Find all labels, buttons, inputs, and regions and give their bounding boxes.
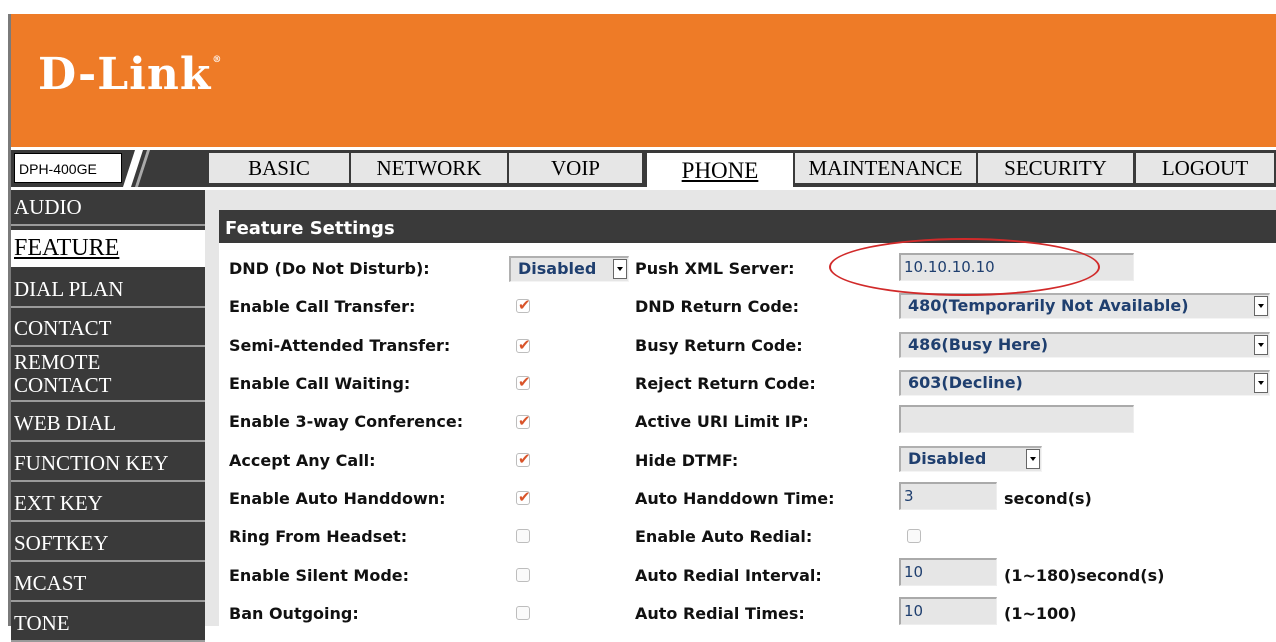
checkmark-icon: ✔ bbox=[518, 488, 531, 506]
call-waiting-checkbox[interactable]: ✔ bbox=[516, 373, 531, 391]
auto-redial-checkbox[interactable] bbox=[907, 529, 921, 543]
auto-redial-interval-label: Auto Redial Interval: bbox=[635, 566, 822, 585]
panel-title: Feature Settings bbox=[225, 218, 395, 239]
ring-from-headset-checkbox[interactable] bbox=[516, 529, 530, 543]
three-way-conference-checkbox[interactable]: ✔ bbox=[516, 412, 531, 430]
sidebar-item-mcast[interactable]: MCAST bbox=[11, 565, 205, 602]
call-transfer-checkbox[interactable]: ✔ bbox=[516, 296, 531, 314]
tab-voip[interactable]: VOIP bbox=[509, 153, 642, 183]
auto-handdown-time-input[interactable]: 3 bbox=[899, 482, 997, 510]
call-waiting-label: Enable Call Waiting: bbox=[229, 374, 411, 393]
header-banner: D-Link® bbox=[11, 14, 1276, 147]
hide-dtmf-label: Hide DTMF: bbox=[635, 451, 739, 470]
dropdown-arrow-icon bbox=[613, 259, 627, 279]
silent-mode-checkbox[interactable] bbox=[516, 568, 530, 582]
tab-basic[interactable]: BASIC bbox=[209, 153, 349, 183]
sidebar-item-web-dial[interactable]: WEB DIAL bbox=[11, 405, 205, 442]
auto-redial-times-unit: (1~100) bbox=[1004, 604, 1077, 623]
auto-redial-times-input[interactable]: 10 bbox=[899, 597, 997, 625]
auto-redial-label: Enable Auto Redial: bbox=[635, 527, 813, 546]
tab-phone[interactable]: PHONE bbox=[647, 153, 793, 187]
reject-return-code-value: 603(Decline) bbox=[908, 373, 1023, 392]
sidebar-item-dial-plan[interactable]: DIAL PLAN bbox=[11, 271, 205, 308]
auto-handdown-time-label: Auto Handdown Time: bbox=[635, 489, 835, 508]
call-transfer-label: Enable Call Transfer: bbox=[229, 297, 416, 316]
tab-security[interactable]: SECURITY bbox=[978, 153, 1133, 183]
dnd-select-value: Disabled bbox=[518, 259, 597, 278]
sidebar-item-tone[interactable]: TONE bbox=[11, 605, 205, 642]
sidebar-item-contact[interactable]: CONTACT bbox=[11, 310, 205, 347]
dropdown-arrow-icon bbox=[1254, 373, 1268, 393]
dropdown-arrow-icon bbox=[1254, 296, 1268, 316]
dnd-label: DND (Do Not Disturb): bbox=[229, 259, 430, 278]
dnd-return-code-value: 480(Temporarily Not Available) bbox=[908, 296, 1189, 315]
sidebar-item-feature[interactable]: FEATURE bbox=[11, 230, 205, 267]
auto-redial-times-label: Auto Redial Times: bbox=[635, 604, 805, 623]
checkmark-icon: ✔ bbox=[518, 336, 531, 354]
semi-attended-transfer-checkbox[interactable]: ✔ bbox=[516, 336, 531, 354]
dlink-logo: D-Link® bbox=[38, 49, 221, 100]
auto-handdown-label: Enable Auto Handdown: bbox=[229, 489, 446, 508]
dnd-select[interactable]: Disabled bbox=[509, 256, 629, 282]
checkmark-icon: ✔ bbox=[518, 373, 531, 391]
panel-title-bar: Feature Settings bbox=[219, 210, 1276, 243]
dropdown-arrow-icon bbox=[1026, 449, 1040, 469]
accept-any-call-checkbox[interactable]: ✔ bbox=[516, 450, 531, 468]
dnd-return-code-select[interactable]: 480(Temporarily Not Available) bbox=[899, 293, 1270, 319]
silent-mode-label: Enable Silent Mode: bbox=[229, 566, 410, 585]
tab-logout[interactable]: LOGOUT bbox=[1136, 153, 1274, 183]
model-area: DPH-400GE bbox=[11, 150, 206, 187]
registered-mark: ® bbox=[212, 55, 223, 65]
tab-maintenance[interactable]: MAINTENANCE bbox=[795, 153, 976, 183]
sidebar-item-remote-contact-line1: REMOTE bbox=[14, 350, 101, 374]
hide-dtmf-value: Disabled bbox=[908, 449, 987, 468]
active-uri-limit-ip-label: Active URI Limit IP: bbox=[635, 412, 809, 431]
checkmark-icon: ✔ bbox=[518, 450, 531, 468]
auto-redial-interval-input[interactable]: 10 bbox=[899, 558, 997, 586]
top-nav: BASIC NETWORK VOIP PHONE MAINTENANCE SEC… bbox=[206, 150, 1276, 187]
sidebar-item-softkey[interactable]: SOFTKEY bbox=[11, 525, 205, 562]
auto-handdown-time-unit: second(s) bbox=[1004, 489, 1092, 508]
ring-from-headset-label: Ring From Headset: bbox=[229, 527, 408, 546]
sidebar-item-function-key[interactable]: FUNCTION KEY bbox=[11, 445, 205, 482]
semi-attended-transfer-label: Semi-Attended Transfer: bbox=[229, 336, 451, 355]
model-label: DPH-400GE bbox=[14, 153, 122, 183]
auto-redial-interval-unit: (1~180)second(s) bbox=[1004, 566, 1165, 585]
auto-handdown-checkbox[interactable]: ✔ bbox=[516, 488, 531, 506]
checkmark-icon: ✔ bbox=[518, 412, 531, 430]
busy-return-code-value: 486(Busy Here) bbox=[908, 335, 1049, 354]
checkmark-icon: ✔ bbox=[518, 296, 531, 314]
logo-text: D-Link bbox=[38, 49, 212, 100]
tab-network[interactable]: NETWORK bbox=[351, 153, 507, 183]
dropdown-arrow-icon bbox=[1254, 335, 1268, 355]
reject-return-code-label: Reject Return Code: bbox=[635, 374, 816, 393]
three-way-conference-label: Enable 3-way Conference: bbox=[229, 412, 464, 431]
sidebar-item-audio[interactable]: AUDIO bbox=[11, 192, 205, 226]
dnd-return-code-label: DND Return Code: bbox=[635, 297, 800, 316]
hide-dtmf-select[interactable]: Disabled bbox=[899, 446, 1042, 472]
busy-return-code-label: Busy Return Code: bbox=[635, 336, 803, 355]
sidebar-item-ext-key[interactable]: EXT KEY bbox=[11, 485, 205, 522]
accept-any-call-label: Accept Any Call: bbox=[229, 451, 376, 470]
ban-outgoing-label: Ban Outgoing: bbox=[229, 604, 359, 623]
busy-return-code-select[interactable]: 486(Busy Here) bbox=[899, 332, 1270, 358]
sidebar-item-remote-contact-line2: CONTACT bbox=[14, 373, 112, 397]
page: D-Link® DPH-400GE BASIC NETWORK VOIP PHO… bbox=[0, 0, 1276, 642]
sidebar: AUDIO FEATURE DIAL PLAN CONTACT REMOTE C… bbox=[11, 190, 205, 642]
ban-outgoing-checkbox[interactable] bbox=[516, 606, 530, 620]
push-xml-server-label: Push XML Server: bbox=[635, 259, 795, 278]
active-uri-limit-ip-input[interactable] bbox=[899, 405, 1134, 433]
sidebar-item-remote-contact[interactable]: REMOTE CONTACT bbox=[11, 350, 205, 402]
reject-return-code-select[interactable]: 603(Decline) bbox=[899, 370, 1270, 396]
push-xml-server-input[interactable]: 10.10.10.10 bbox=[899, 253, 1134, 281]
